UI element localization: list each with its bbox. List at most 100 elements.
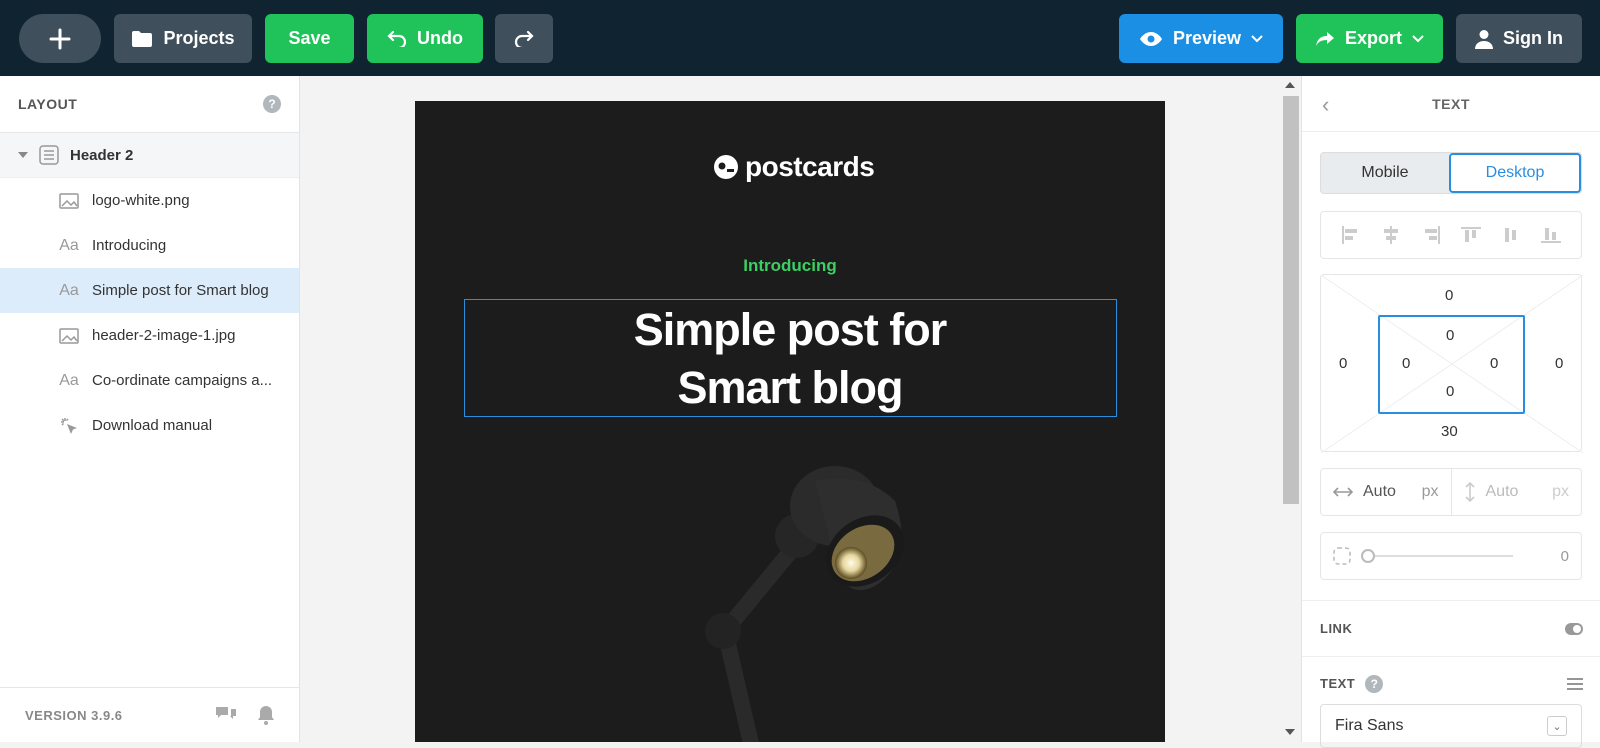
menu-icon[interactable] <box>1567 677 1583 691</box>
help-icon[interactable]: ? <box>263 95 281 113</box>
export-label: Export <box>1344 28 1402 48</box>
tree-item-label: Introducing <box>92 237 167 254</box>
link-toggle[interactable] <box>1565 622 1583 635</box>
tree-item[interactable]: Aa Co-ordinate campaigns a... <box>0 358 299 403</box>
mobile-tab[interactable]: Mobile <box>1321 153 1449 193</box>
tree-group-label: Header 2 <box>70 146 134 164</box>
email-preview: postcards Introducing Simple post for Sm… <box>415 101 1165 742</box>
margin-bottom-value[interactable]: 30 <box>1441 423 1458 440</box>
undo-button[interactable]: Undo <box>367 14 483 63</box>
padding-left-value[interactable]: 0 <box>1402 355 1410 372</box>
align-bottom-icon[interactable] <box>1541 226 1561 244</box>
tree-item[interactable]: header-2-image-1.jpg <box>0 313 299 358</box>
tree-item-label: logo-white.png <box>92 192 190 209</box>
border-radius-control: 0 <box>1320 532 1582 580</box>
logo-text: postcards <box>745 151 875 182</box>
tree-item[interactable]: Aa Introducing <box>0 223 299 268</box>
chevron-down-icon <box>1251 34 1263 42</box>
size-controls: Auto px Auto px <box>1320 468 1582 516</box>
tree-item-selected[interactable]: Aa Simple post for Smart blog <box>0 268 299 313</box>
layout-title: LAYOUT <box>18 96 78 112</box>
share-arrow-icon <box>1315 31 1334 46</box>
height-unit: px <box>1552 483 1569 500</box>
redo-button[interactable] <box>495 14 553 63</box>
align-top-icon[interactable] <box>1461 226 1481 244</box>
version-label: VERSION 3.9.6 <box>25 707 123 723</box>
intro-text[interactable]: Introducing <box>415 256 1165 276</box>
headline-text[interactable]: Simple post for Smart blog <box>415 301 1165 417</box>
export-button[interactable]: Export <box>1296 14 1443 63</box>
margin-left-value[interactable]: 0 <box>1339 355 1347 372</box>
text-icon: Aa <box>59 371 79 389</box>
desktop-tab[interactable]: Desktop <box>1449 153 1581 193</box>
alignment-controls <box>1320 211 1582 259</box>
projects-button[interactable]: Projects <box>114 14 252 63</box>
panel-header: ‹ TEXT <box>1302 76 1600 132</box>
link-label: LINK <box>1320 621 1353 636</box>
spacing-box-model: 0 0 0 30 0 0 0 0 <box>1320 274 1583 453</box>
sign-in-button[interactable]: Sign In <box>1456 14 1582 63</box>
height-arrows-icon <box>1464 482 1475 502</box>
padding-top-value[interactable]: 0 <box>1446 327 1454 344</box>
click-icon <box>58 416 80 436</box>
align-center-icon[interactable] <box>1381 226 1401 244</box>
top-toolbar: Projects Save Undo Preview Export Sign I… <box>0 0 1600 76</box>
eye-icon <box>1139 31 1162 46</box>
margin-top-value[interactable]: 0 <box>1445 287 1453 304</box>
projects-label: Projects <box>163 28 235 48</box>
layout-sidebar: LAYOUT ? Header 2 logo-white.png Aa Intr… <box>0 76 300 742</box>
align-right-icon[interactable] <box>1421 226 1441 244</box>
padding-box: 0 0 0 0 <box>1378 315 1525 414</box>
headline-line-2: Smart blog <box>677 362 903 413</box>
desk-lamp-image[interactable] <box>645 441 945 742</box>
user-icon <box>1475 29 1493 49</box>
section-icon <box>38 145 60 165</box>
width-unit: px <box>1421 483 1439 500</box>
add-button[interactable] <box>19 14 101 63</box>
tree-item[interactable]: logo-white.png <box>0 178 299 223</box>
margin-right-value[interactable]: 0 <box>1555 355 1563 372</box>
radius-slider-handle[interactable] <box>1361 549 1375 563</box>
image-icon <box>58 327 80 344</box>
align-middle-icon[interactable] <box>1501 226 1521 244</box>
layout-header: LAYOUT ? <box>0 76 299 133</box>
chat-icon[interactable] <box>215 705 237 725</box>
save-button[interactable]: Save <box>265 14 354 63</box>
device-toggle: Mobile Desktop <box>1320 152 1582 194</box>
font-family-select[interactable]: Fira Sans ⌄ <box>1320 704 1582 748</box>
back-chevron-icon[interactable]: ‹ <box>1322 92 1329 118</box>
tree-item-label: Co-ordinate campaigns a... <box>92 372 273 389</box>
text-icon: Aa <box>59 281 79 299</box>
padding-bottom-value[interactable]: 0 <box>1446 383 1454 400</box>
tree-item-label: Simple post for Smart blog <box>92 282 269 299</box>
scrollbar-thumb[interactable] <box>1283 96 1299 504</box>
sidebar-footer: VERSION 3.9.6 <box>0 687 300 742</box>
preview-button[interactable]: Preview <box>1119 14 1283 63</box>
chevron-down-icon: ⌄ <box>1547 716 1567 736</box>
tree-group-header-2[interactable]: Header 2 <box>0 133 299 178</box>
postcards-logo[interactable]: postcards <box>713 151 875 183</box>
text-icon: Aa <box>59 236 79 254</box>
width-arrows-icon <box>1333 487 1353 497</box>
padding-right-value[interactable]: 0 <box>1490 355 1498 372</box>
radius-slider[interactable] <box>1361 549 1513 563</box>
align-left-icon[interactable] <box>1341 226 1361 244</box>
bell-icon[interactable] <box>257 705 275 725</box>
preview-label: Preview <box>1172 28 1242 48</box>
postcards-logo-icon <box>714 155 738 179</box>
width-field[interactable]: Auto px <box>1321 469 1451 515</box>
width-value: Auto <box>1363 483 1396 500</box>
height-field[interactable]: Auto px <box>1450 469 1582 515</box>
text-label: TEXT <box>1320 676 1356 691</box>
tree-item-label: header-2-image-1.jpg <box>92 327 236 344</box>
panel-title: TEXT <box>1432 95 1470 112</box>
caret-down-icon[interactable] <box>18 152 28 158</box>
scroll-down-arrow-icon[interactable] <box>1285 729 1295 735</box>
scroll-up-arrow-icon[interactable] <box>1285 82 1295 88</box>
radius-value[interactable]: 0 <box>1561 548 1569 565</box>
undo-label: Undo <box>417 28 463 48</box>
height-value: Auto <box>1485 483 1519 500</box>
help-icon[interactable]: ? <box>1365 674 1384 693</box>
tree-item[interactable]: Download manual <box>0 403 299 448</box>
plus-icon <box>49 28 71 49</box>
